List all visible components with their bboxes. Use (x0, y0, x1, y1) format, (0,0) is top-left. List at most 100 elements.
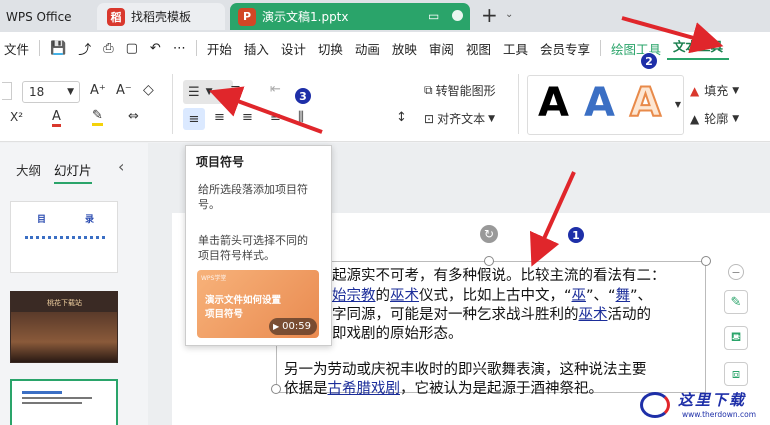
video-brand: WPS学堂 (201, 275, 227, 282)
window-icon[interactable]: ▭ (428, 9, 439, 23)
menu-text-tools[interactable]: 文本工具 (667, 36, 730, 60)
highlight-icon[interactable]: ✎ (92, 109, 103, 126)
menu-animation[interactable]: 动画 (349, 39, 386, 58)
outline-label: 轮廓 (704, 112, 729, 126)
rotate-handle-icon[interactable]: ↻ (480, 225, 498, 243)
menu-insert[interactable]: 插入 (238, 39, 275, 58)
chevron-down-icon: ▼ (67, 87, 74, 97)
print-icon[interactable]: ⎙ (97, 41, 119, 56)
clear-format-icon[interactable]: ◇ (143, 82, 154, 98)
style-orange-a[interactable]: A (629, 79, 662, 127)
menu-drawing-tools[interactable]: 绘图工具 (605, 39, 667, 58)
distribute-icon[interactable]: ⫼ (298, 110, 304, 125)
export-icon[interactable]: ⤴ (72, 39, 97, 58)
smart-graphic-button[interactable]: ⧉ 转智能图形 (424, 82, 496, 99)
thumb-title-b: 录 (85, 215, 95, 225)
text-style-gallery[interactable]: A A A ▼ (527, 75, 684, 135)
menu-file[interactable]: 文件 (0, 39, 35, 58)
tab-wps-office[interactable]: WPS Office (0, 3, 90, 30)
tab-slides[interactable]: 幻灯片 (54, 160, 92, 184)
menu-design[interactable]: 设计 (275, 39, 312, 58)
save-icon[interactable]: 💾 (44, 41, 72, 56)
tab-wps-label: WPS Office (6, 9, 72, 24)
text-fragment: 仪式，比如上古中文，“ (419, 288, 572, 304)
menu-slideshow[interactable]: 放映 (386, 39, 423, 58)
align-center-icon[interactable]: ≡ (214, 110, 225, 125)
increase-font-icon[interactable]: A⁺ (90, 83, 106, 98)
align-right-icon[interactable]: ≡ (242, 110, 253, 125)
indent-icon[interactable]: ⇤ (270, 82, 281, 97)
font-name-field[interactable] (2, 82, 12, 100)
collapse-pane-icon[interactable]: ‹ (118, 157, 124, 176)
slide-thumbnail-2[interactable]: 桃花下载站 (10, 291, 118, 363)
crop-icon[interactable]: ⧈ (724, 362, 748, 386)
new-tab-icon[interactable]: + (481, 3, 498, 27)
step-badge-1: 1 (567, 226, 585, 244)
tooltip-hint-2: 项目符号样式。 (198, 249, 275, 262)
smart-graphic-icon: ⧉ (424, 83, 433, 97)
link-text: 舞 (615, 288, 631, 304)
watermark: 这里下载 www.therdown.com (636, 388, 770, 425)
menu-tools[interactable]: 工具 (497, 39, 534, 58)
play-badge[interactable]: ▶ 00:59 (269, 318, 317, 335)
align-left-button[interactable]: ≡ (183, 108, 205, 130)
numbered-list-icon[interactable]: ≡ (230, 82, 241, 97)
tooltip-title: 项目符号 (196, 155, 245, 169)
slide-thumbnail-3-selected[interactable] (10, 379, 118, 425)
step-badge-2: 2 (640, 52, 658, 70)
font-size-field[interactable]: 18 ▼ (22, 81, 80, 103)
text-line-5: 另一为劳动或庆祝丰收时的即兴歌舞表演，这种说法主要 (284, 362, 647, 378)
thumb-line (22, 402, 82, 404)
video-title-1: 演示文件如何设置 (205, 295, 282, 306)
tab-template[interactable]: 稻 找稻壳模板 (97, 3, 225, 30)
justify-icon[interactable]: ≡ (270, 110, 281, 125)
thumb-title-a: 目 (37, 215, 47, 225)
fill-button[interactable]: ▲ 填充 ▼ (690, 82, 739, 99)
close-dot-icon[interactable] (452, 10, 463, 21)
line-spacing-icon[interactable]: ↕ (396, 110, 407, 125)
font-color-icon[interactable]: A (52, 110, 61, 127)
play-icon: ▶ (273, 322, 280, 331)
chevron-down-icon[interactable]: ⌄ (505, 9, 513, 20)
tutorial-video-card[interactable]: WPS学堂 演示文件如何设置 项目符号 ▶ 00:59 (197, 270, 319, 338)
chevron-down-icon: ▼ (732, 85, 740, 96)
bullet-list-button[interactable]: ☰ ▼ (183, 80, 233, 104)
chevron-down-icon[interactable]: ▼ (675, 100, 681, 109)
slide-thumbnail-1[interactable]: 目 录 (10, 201, 118, 273)
slide-pane: 大纲 幻灯片 ‹ 目 录 桃花下载站 (0, 143, 148, 425)
chevron-down-icon: ▼ (205, 87, 213, 97)
link-text: 始宗教 (332, 288, 376, 304)
text-line-3: 字同源，可能是对一种乞求战斗胜利的巫术活动的 (332, 306, 651, 325)
menu-review[interactable]: 审阅 (423, 39, 460, 58)
more-icon[interactable]: ⋯ (167, 41, 192, 56)
tab-document[interactable]: P 演示文稿1.pptx ▭ (230, 3, 470, 30)
format-brush-icon[interactable]: ✎ (724, 290, 748, 314)
align-text-icon: ⊡ (424, 111, 435, 126)
minus-icon[interactable]: − (728, 264, 744, 280)
style-blue-a[interactable]: A (584, 80, 615, 126)
style-black-a[interactable]: A (538, 80, 569, 126)
daoke-icon: 稻 (107, 7, 125, 26)
text-fragment: ”、“ (586, 288, 616, 304)
paint-bucket-icon[interactable]: ⛾ (724, 326, 748, 350)
menu-member[interactable]: 会员专享 (534, 39, 596, 58)
text-line-2: 始宗教的巫术仪式，比如上古中文，“巫”、“舞”、 (332, 287, 652, 306)
align-text-button[interactable]: ⊡ 对齐文本 ▼ (424, 110, 495, 127)
chevron-down-icon: ▼ (488, 113, 495, 124)
tab-outline[interactable]: 大纲 (16, 160, 41, 179)
char-spacing-icon[interactable]: ⇔ (128, 109, 139, 124)
decrease-font-icon[interactable]: A⁻ (116, 83, 132, 98)
resize-handle[interactable] (484, 256, 494, 266)
menu-view[interactable]: 视图 (460, 39, 497, 58)
menu-transition[interactable]: 切换 (312, 39, 349, 58)
align-text-label: 对齐文本 (437, 112, 486, 126)
thumb-line (22, 391, 62, 394)
outline-button[interactable]: ▲ 轮廓 ▼ (690, 110, 739, 127)
resize-handle[interactable] (271, 384, 281, 394)
divider (195, 40, 197, 56)
menu-home[interactable]: 开始 (201, 39, 238, 58)
superscript-icon[interactable]: X² (10, 110, 23, 124)
undo-icon[interactable]: ↶ (144, 41, 167, 56)
resize-handle[interactable] (701, 256, 711, 266)
preview-icon[interactable]: ▢ (120, 41, 144, 56)
